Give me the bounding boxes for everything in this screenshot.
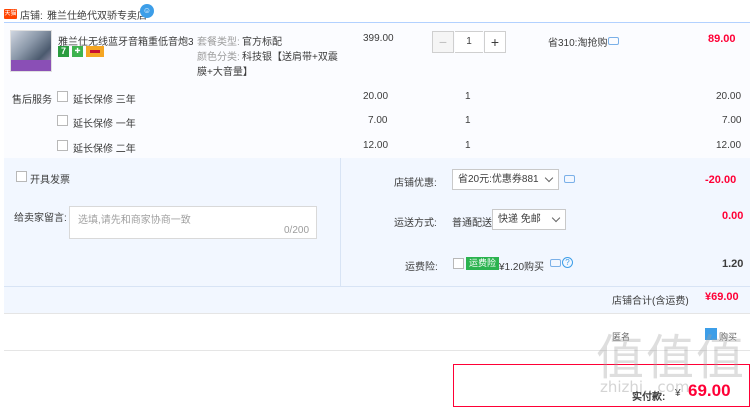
spec-type-label: 套餐类型: — [197, 37, 240, 48]
shop-total-divider — [4, 286, 750, 287]
warranty-2y-checkbox[interactable] — [57, 140, 68, 151]
warranty-1y-label: 延长保修 一年 — [73, 119, 136, 130]
warranty-3y-checkbox[interactable] — [57, 91, 68, 102]
seven-day-return-icon: 7 — [58, 46, 69, 57]
warranty-1y-checkbox[interactable] — [57, 115, 68, 126]
warranty-3y-price: 20.00 — [363, 91, 389, 102]
unit-price: 399.00 — [363, 33, 394, 44]
help-icon[interactable]: ? — [562, 257, 573, 268]
warranty-2y-label: 延长保修 二年 — [73, 144, 136, 155]
shipping-method: 普通配送 — [452, 218, 492, 229]
invoice-checkbox[interactable] — [16, 171, 27, 182]
product-thumbnail-strip — [11, 60, 51, 71]
insurance-comment-icon[interactable] — [550, 259, 561, 267]
warranty-2y-total: 12.00 — [716, 140, 742, 151]
spec-color-value-line1: 科技银【送肩带+双震 — [242, 52, 338, 63]
guarantee-icon: ✚ — [72, 46, 83, 57]
watermark-domain: zhizhi...com — [600, 378, 690, 396]
options-divider — [340, 158, 341, 286]
insurance-badge: 运费险 — [466, 257, 500, 270]
coupon-amount: -20.00 — [705, 174, 737, 186]
item-total: 89.00 — [708, 33, 736, 45]
warranty-1y-total: 7.00 — [722, 115, 742, 126]
shipping-label: 运送方式: — [394, 218, 437, 229]
spec-color-label: 颜色分类: — [197, 52, 240, 63]
coupon-select-value: 省20元:优惠券881 — [458, 174, 539, 185]
message-label: 给卖家留言: — [14, 213, 67, 224]
warranty-1y-qty: 1 — [465, 115, 471, 126]
shop-total-label: 店铺合计(含运费) — [612, 296, 689, 307]
coupon-label: 店铺优惠: — [394, 178, 437, 189]
quantity-input[interactable]: 1 — [455, 31, 483, 53]
message-char-count: 0/200 — [284, 225, 310, 236]
insurance-label: 运费险: — [405, 262, 438, 273]
spec-color-value-line2: 膜+大音量】 — [197, 67, 253, 78]
warranty-3y-qty: 1 — [465, 91, 471, 102]
shipping-select[interactable]: 快递 免邮 — [492, 209, 566, 230]
chevron-down-icon — [551, 213, 561, 223]
coupon-comment-icon[interactable] — [564, 175, 575, 183]
seller-message-placeholder: 选填,请先和商家协商一致 — [78, 215, 191, 226]
tmall-badge: 天猫 — [4, 9, 17, 19]
quantity-decrease-button[interactable]: − — [432, 31, 454, 53]
quantity-increase-button[interactable]: + — [484, 31, 506, 53]
warranty-2y-qty: 1 — [465, 140, 471, 151]
shipping-amount: 0.00 — [722, 210, 744, 222]
spec-type-value: 官方标配 — [242, 37, 282, 48]
shop-name-link[interactable]: 雅兰仕绝代双骄专卖店 — [47, 7, 147, 22]
invoice-label: 开具发票 — [30, 175, 70, 186]
after-sales-title: 售后服务 — [12, 95, 52, 106]
credit-card-icon — [86, 46, 104, 57]
coupon-select[interactable]: 省20元:优惠券881 — [452, 169, 559, 190]
warranty-3y-total: 20.00 — [716, 91, 742, 102]
chat-icon[interactable]: ☺ — [140, 4, 154, 18]
shop-label: 店铺: — [20, 11, 43, 22]
insurance-checkbox[interactable] — [453, 258, 464, 269]
promo-comment-icon[interactable] — [608, 37, 619, 45]
chevron-down-icon — [544, 173, 554, 183]
warranty-2y-price: 12.00 — [363, 140, 389, 151]
bottom-divider — [4, 313, 750, 314]
shipping-select-value: 快递 免邮 — [498, 214, 541, 225]
warranty-3y-label: 延长保修 三年 — [73, 95, 136, 106]
warranty-1y-price: 7.00 — [368, 115, 388, 126]
insurance-amount: 1.20 — [722, 258, 744, 270]
promo-text: 省310:淘抢购 — [548, 38, 608, 49]
insurance-price-text: ¥1.20购买 — [499, 262, 545, 273]
shop-total: ¥69.00 — [705, 291, 739, 303]
